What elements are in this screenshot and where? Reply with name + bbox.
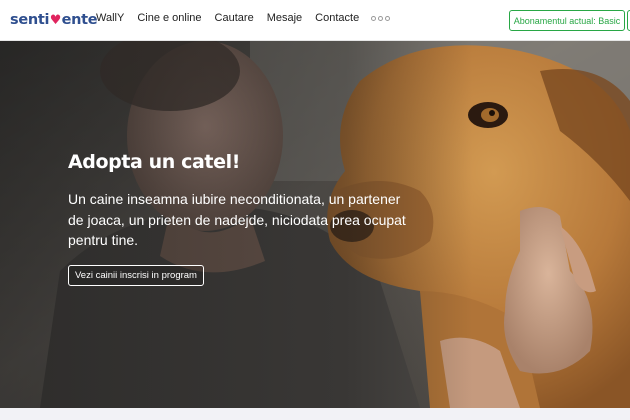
dot	[378, 15, 384, 21]
nav-item-wally[interactable]: WallY	[96, 12, 124, 24]
main-nav: WallY Cine e online Cautare Mesaje Conta…	[96, 12, 391, 24]
logo-text-end: ente	[61, 12, 98, 28]
top-navbar: senti ♥ ente WallY Cine e online Cautare…	[0, 0, 630, 41]
dot	[385, 15, 391, 21]
dot	[371, 15, 377, 21]
nav-item-mesaje[interactable]: Mesaje	[267, 12, 302, 24]
nav-item-cine-e-online[interactable]: Cine e online	[137, 12, 201, 24]
content-section-start	[0, 408, 630, 420]
logo-text-start: senti	[10, 12, 50, 28]
heart-icon: ♥	[49, 12, 62, 28]
hero-title: Adopta un catel!	[68, 151, 240, 173]
more-dots-icon[interactable]	[371, 15, 391, 21]
sentimente-logo[interactable]: senti ♥ ente	[10, 10, 98, 30]
nav-item-cautare[interactable]: Cautare	[215, 12, 254, 24]
hero-banner: Adopta un catel! Un caine inseamna iubir…	[0, 41, 630, 408]
hero-description: Un caine inseamna iubire neconditionata,…	[68, 191, 406, 248]
nav-item-contacte[interactable]: Contacte	[315, 12, 359, 24]
current-plan-button[interactable]: Abonamentul actual: Basic	[509, 10, 625, 31]
view-dogs-button[interactable]: Vezi cainii inscrisi in program	[68, 265, 204, 286]
